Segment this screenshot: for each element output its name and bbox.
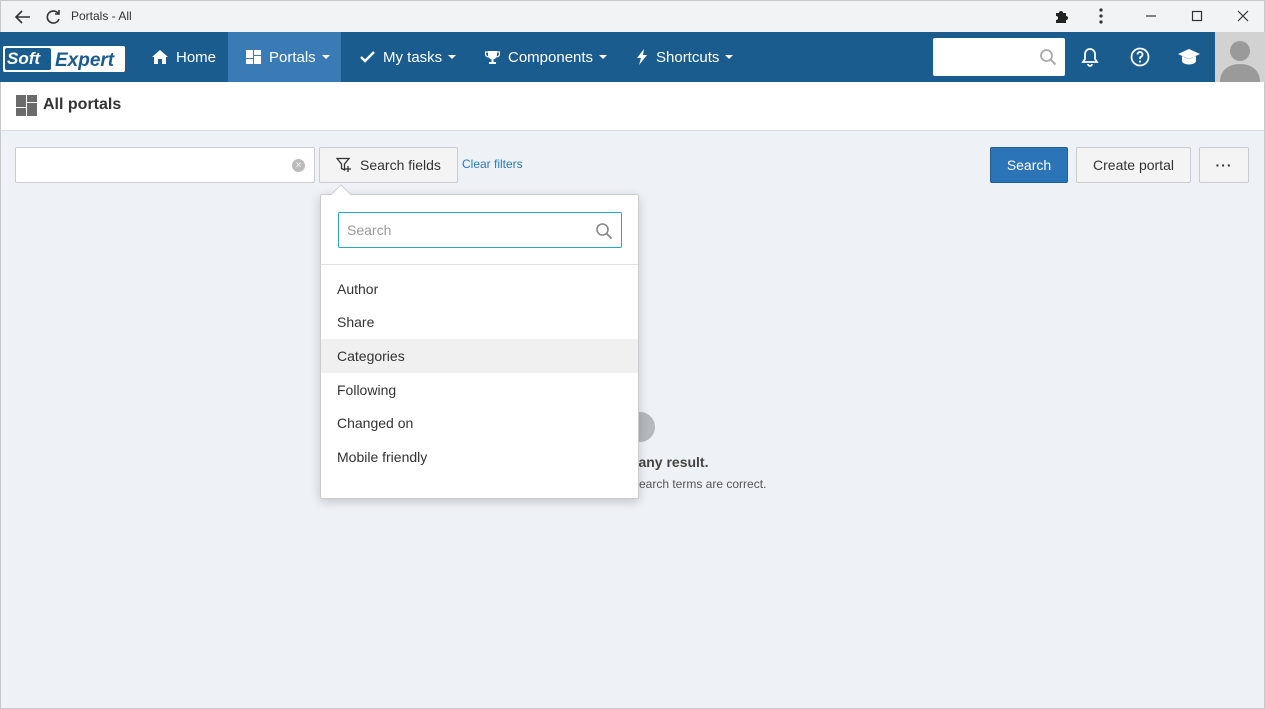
nav-portals-label: Portals (269, 48, 316, 66)
clear-input-icon[interactable]: × (292, 159, 305, 172)
field-option-categories[interactable]: Categories (321, 339, 638, 373)
graduation-cap-icon[interactable] (1177, 45, 1201, 69)
kebab-menu-icon[interactable] (1089, 5, 1113, 27)
filter-input[interactable]: × (15, 147, 315, 183)
softexpert-logo[interactable]: Soft Expert (3, 45, 125, 73)
portals-grid-icon (16, 95, 38, 122)
close-window-icon[interactable] (1231, 5, 1255, 27)
field-option-mobile-friendly[interactable]: Mobile friendly (321, 440, 638, 474)
trophy-icon (485, 50, 500, 65)
search-fields-dropdown: Author Share Categories Following Change… (320, 184, 639, 499)
nav-my-tasks-label: My tasks (383, 48, 443, 66)
help-icon[interactable] (1128, 45, 1152, 69)
field-option-following[interactable]: Following (321, 373, 638, 407)
nav-components[interactable]: Components (485, 32, 608, 82)
empty-state-title: d any result. (626, 454, 709, 470)
nav-home-label: Home (176, 48, 217, 66)
search-fields-button[interactable]: Search fields (319, 147, 458, 183)
field-option-share[interactable]: Share (321, 306, 638, 340)
page-title: All portals (43, 96, 122, 113)
dropdown-divider (321, 264, 638, 265)
page-header: All portals (0, 82, 1265, 131)
nav-portals[interactable]: Portals (228, 32, 341, 82)
minimize-icon[interactable] (1139, 5, 1163, 27)
portals-grid-icon (246, 50, 261, 64)
user-avatar[interactable] (1215, 32, 1265, 82)
empty-state-subtitle: search terms are correct. (633, 477, 767, 491)
nav-shortcuts-label: Shortcuts (656, 48, 720, 66)
create-portal-button[interactable]: Create portal (1076, 147, 1191, 183)
chevron-down-icon (599, 55, 608, 59)
dropdown-search-input[interactable] (339, 213, 579, 247)
more-options-button[interactable]: ··· (1199, 147, 1249, 183)
clear-filters-link[interactable]: Clear filters (462, 157, 523, 171)
maximize-icon[interactable] (1185, 5, 1209, 27)
search-fields-label: Search fields (360, 157, 441, 173)
search-button[interactable]: Search (990, 147, 1068, 183)
ellipsis-icon: ··· (1215, 157, 1233, 173)
search-fields-list: Author Share Categories Following Change… (321, 272, 638, 474)
bell-icon[interactable] (1078, 45, 1102, 69)
filter-plus-icon (336, 157, 352, 173)
extensions-puzzle-icon[interactable] (1049, 5, 1073, 27)
top-navbar: Soft Expert Home Portals My tasks Compon… (0, 32, 1265, 82)
chevron-down-icon (725, 55, 734, 59)
browser-titlebar: Portals - All (0, 0, 1265, 32)
bolt-icon (637, 49, 648, 65)
home-icon (152, 50, 168, 64)
reload-icon[interactable] (41, 5, 65, 29)
check-icon (360, 51, 375, 63)
field-option-author[interactable]: Author (321, 272, 638, 306)
field-option-changed-on[interactable]: Changed on (321, 406, 638, 440)
nav-home[interactable]: Home (152, 32, 216, 82)
browser-tab-title: Portals - All (71, 9, 132, 23)
back-arrow-icon[interactable] (11, 5, 35, 29)
chevron-down-icon (321, 55, 330, 59)
chevron-down-icon (448, 55, 457, 59)
logo-word-expert: Expert (55, 50, 115, 71)
search-icon (595, 222, 613, 245)
logo-word-soft: Soft (7, 49, 41, 68)
nav-shortcuts[interactable]: Shortcuts (637, 32, 734, 82)
dropdown-search-field[interactable] (338, 212, 622, 248)
global-search-input[interactable] (933, 38, 1065, 76)
search-icon[interactable] (1039, 48, 1057, 71)
nav-my-tasks[interactable]: My tasks (360, 32, 457, 82)
nav-components-label: Components (508, 48, 594, 66)
